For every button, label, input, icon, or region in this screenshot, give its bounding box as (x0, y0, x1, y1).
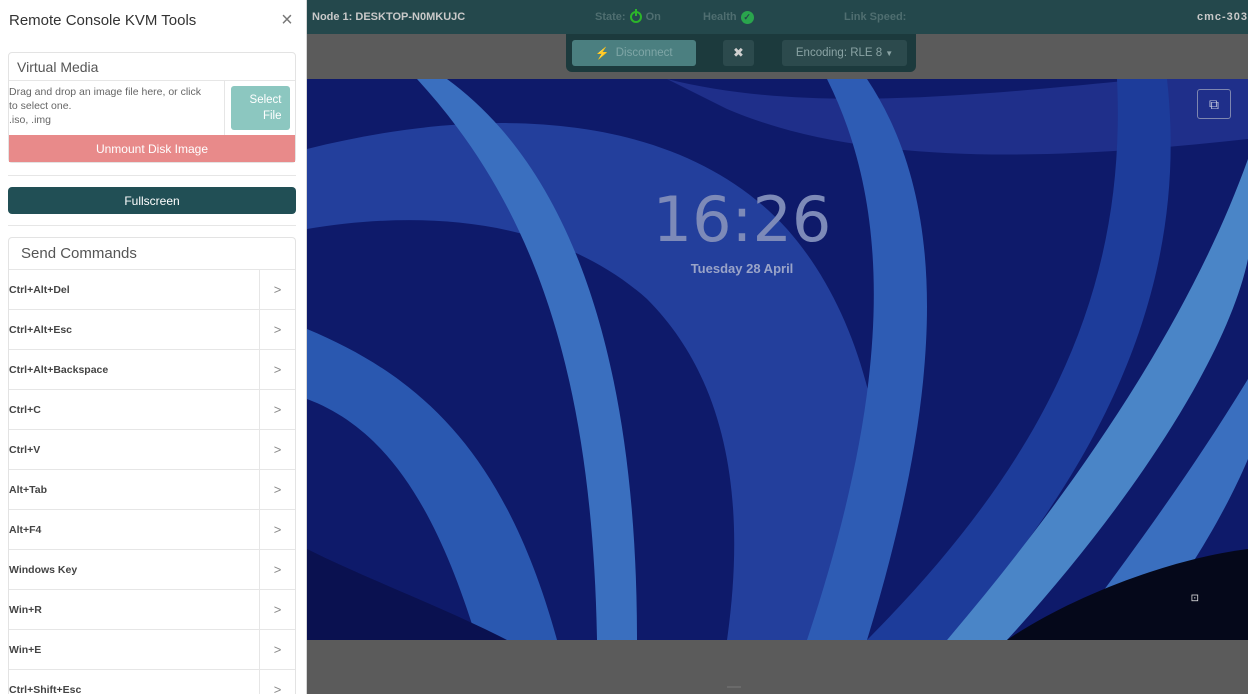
divider (8, 175, 296, 176)
unplug-icon: ⚡ (595, 48, 610, 60)
divider (8, 225, 296, 226)
virtual-media-card: Virtual Media Drag and drop an image fil… (8, 52, 296, 163)
node-name: Node 1: DESKTOP-N0MKUJC (312, 11, 466, 23)
network-icon: ⊡ (1190, 593, 1199, 604)
send-arrow-icon[interactable]: > (259, 510, 295, 549)
command-label: Ctrl+C (9, 403, 41, 416)
command-label: Ctrl+V (9, 443, 41, 456)
send-arrow-icon[interactable]: > (259, 590, 295, 629)
command-row[interactable]: Ctrl+Alt+Esc > (9, 310, 295, 350)
scroll-hint (727, 686, 741, 688)
drop-text-line2: to select one. (9, 100, 72, 112)
close-icon[interactable]: × (278, 10, 296, 30)
fullscreen-button[interactable]: Fullscreen (8, 187, 296, 214)
caret-down-icon: ▼ (885, 48, 894, 58)
command-label: Ctrl+Alt+Del (9, 283, 70, 296)
disconnect-button[interactable]: ⚡ Disconnect (572, 40, 696, 66)
command-row[interactable]: Ctrl+Alt+Del > (9, 270, 295, 310)
kvm-tools-panel: Remote Console KVM Tools × Virtual Media… (0, 0, 307, 694)
remote-screen[interactable]: 16:26 Tuesday 28 April ⧉ ⊡ (307, 79, 1248, 640)
disconnect-label: Disconnect (615, 47, 673, 59)
command-label: Win+R (9, 603, 42, 616)
command-row[interactable]: Windows Key > (9, 550, 295, 590)
command-label: Ctrl+Alt+Backspace (9, 363, 109, 376)
command-row[interactable]: Win+R > (9, 590, 295, 630)
state-label: State: (595, 11, 626, 23)
panel-header: Remote Console KVM Tools × (0, 0, 306, 40)
virtual-media-body: Drag and drop an image file here, or cli… (9, 81, 295, 135)
command-label: Windows Key (9, 563, 78, 576)
send-arrow-icon[interactable]: > (259, 270, 295, 309)
command-row[interactable]: Ctrl+C > (9, 390, 295, 430)
command-row[interactable]: Ctrl+Shift+Esc > (9, 670, 295, 694)
drop-text-line3: .iso, .img (9, 114, 52, 126)
command-label: Alt+Tab (9, 483, 48, 496)
send-arrow-icon[interactable]: > (259, 550, 295, 589)
power-icon (629, 9, 642, 23)
link-speed-label: Link Speed: (844, 11, 907, 23)
send-arrow-icon[interactable]: > (259, 470, 295, 509)
link-speed-indicator: Link Speed: (844, 0, 906, 34)
wallpaper (307, 79, 1248, 640)
health-label: Health (703, 11, 737, 23)
tools-button[interactable]: ✖ (723, 40, 754, 66)
screenshot-icon[interactable]: ⧉ (1197, 89, 1231, 119)
encoding-label: Encoding: RLE 8 (795, 47, 883, 59)
host-name: cmc-303 (1196, 11, 1248, 23)
lockscreen-time: 16:26 (652, 183, 832, 256)
select-file-wrap: Select File (225, 81, 295, 135)
health-indicator: Health ✓ (703, 0, 758, 34)
command-row[interactable]: Win+E > (9, 630, 295, 670)
state-indicator: State: On (595, 0, 661, 34)
image-drop-zone[interactable]: Drag and drop an image file here, or cli… (9, 81, 225, 135)
send-arrow-icon[interactable]: > (259, 310, 295, 349)
drop-text-line1: Drag and drop an image file here, or cli… (9, 86, 202, 98)
command-label: Ctrl+Alt+Esc (9, 323, 73, 336)
lockscreen-date: Tuesday 28 April (690, 261, 794, 276)
send-commands-heading: Send Commands (9, 238, 295, 270)
command-row[interactable]: Alt+F4 > (9, 510, 295, 550)
check-circle-icon: ✓ (740, 10, 754, 24)
encoding-dropdown[interactable]: Encoding: RLE 8 ▼ (782, 40, 907, 66)
panel-title: Remote Console KVM Tools (9, 11, 197, 29)
command-row[interactable]: Ctrl+Alt+Backspace > (9, 350, 295, 390)
send-arrow-icon[interactable]: > (259, 630, 295, 669)
virtual-media-heading: Virtual Media (9, 53, 295, 81)
send-arrow-icon[interactable]: > (259, 430, 295, 469)
select-file-line1: Select (249, 94, 282, 106)
command-list: Ctrl+Alt+Del > Ctrl+Alt+Esc > Ctrl+Alt+Bac… (9, 270, 295, 694)
send-arrow-icon[interactable]: > (259, 350, 295, 389)
state-value: On (645, 11, 661, 23)
command-label: Alt+F4 (9, 523, 42, 536)
command-row[interactable]: Ctrl+V > (9, 430, 295, 470)
send-arrow-icon[interactable]: > (259, 670, 295, 694)
kvm-toolbar: ⚡ Disconnect ✖ Encoding: RLE 8 ▼ (566, 34, 916, 72)
select-file-line2: File (262, 110, 282, 122)
command-label: Win+E (9, 643, 42, 656)
command-row[interactable]: Alt+Tab > (9, 470, 295, 510)
unmount-disk-image-button[interactable]: Unmount Disk Image (9, 135, 295, 162)
send-commands-card: Send Commands Ctrl+Alt+Del > Ctrl+Alt+Esc… (8, 237, 296, 694)
send-arrow-icon[interactable]: > (259, 390, 295, 429)
select-file-button[interactable]: Select File (230, 86, 290, 130)
tools-icon: ✖ (733, 45, 744, 60)
command-label: Ctrl+Shift+Esc (9, 683, 82, 694)
kvm-status-bar: Node 1: DESKTOP-N0MKUJC State: On Health… (307, 0, 1248, 34)
